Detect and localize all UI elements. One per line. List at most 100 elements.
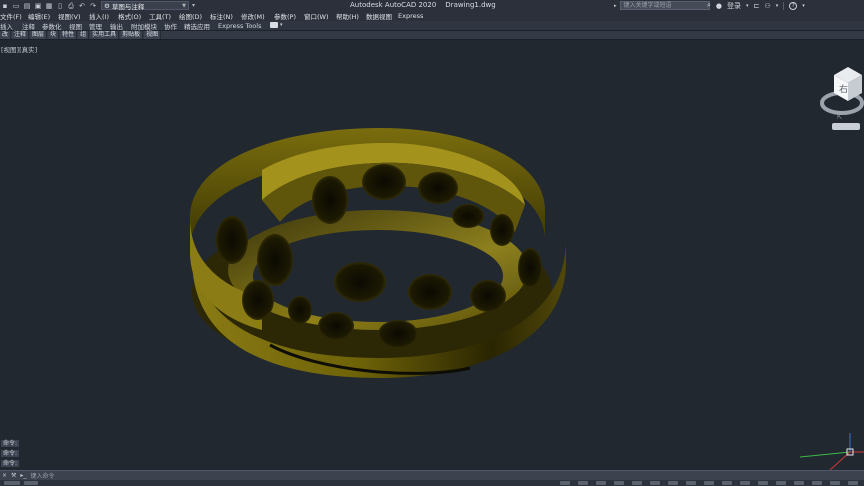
separator [783, 1, 785, 10]
command-input[interactable]: 键入命令 [30, 471, 54, 480]
panel-utilities[interactable]: 实用工具 [90, 31, 120, 39]
menu-express[interactable]: Express [398, 12, 423, 20]
status-toggle[interactable] [596, 481, 606, 485]
status-toggle[interactable] [650, 481, 660, 485]
3d-ring-model[interactable] [0, 41, 864, 470]
help-button[interactable]: ? [789, 1, 798, 10]
status-toggle[interactable] [560, 481, 570, 485]
menu-data-view[interactable]: 数据视图 [366, 11, 392, 21]
layout-tab[interactable] [24, 481, 38, 485]
status-toggle[interactable] [740, 481, 750, 485]
search-input[interactable]: 键入关键字或短语 [619, 1, 710, 10]
gear-icon: ⚙ [104, 1, 110, 10]
status-toggle[interactable] [758, 481, 768, 485]
binoculars-icon[interactable]: ⌕ [707, 1, 711, 10]
panel-modify[interactable]: 改 [0, 31, 12, 39]
customize-status-icon[interactable] [848, 481, 858, 485]
panel-groups[interactable]: 组 [78, 31, 90, 39]
status-toggle[interactable] [686, 481, 696, 485]
tab-featured-apps[interactable]: 精选应用 [184, 21, 210, 31]
chevron-down-icon[interactable]: ▾ [802, 3, 805, 9]
menu-dimension[interactable]: 标注(N) [210, 11, 233, 21]
panel-block[interactable]: 块 [48, 31, 60, 39]
web-mobile-icon[interactable]: ▯ [56, 2, 64, 10]
quick-access-toolbar: ▪ ▭ ▤ ▣ ▦ ▯ ⎙ ↶ ↷ [0, 2, 97, 10]
menu-draw[interactable]: 绘图(D) [179, 11, 202, 21]
title-right-tools: ⌕ ● 登录 ▾ ⊏ ⚇ ▾ ? ▾ [707, 0, 805, 11]
panel-properties[interactable]: 特性 [60, 31, 78, 39]
new-icon[interactable]: ▭ [12, 2, 20, 10]
menu-view[interactable]: 视图(V) [58, 11, 81, 21]
drawing-viewport[interactable]: [视图][真实] 右 ⇱ 命令: 命令: 命令: [0, 41, 864, 470]
menu-file[interactable]: 文件(F) [0, 11, 22, 21]
panel-layers[interactable]: 图层 [30, 31, 48, 39]
user-icon[interactable]: ● [716, 2, 722, 10]
tab-view[interactable]: 视图 [69, 21, 82, 31]
panel-view[interactable]: 视图 [144, 31, 162, 39]
save-as-icon[interactable]: ▦ [45, 2, 53, 10]
panel-annotation[interactable]: 注释 [12, 31, 30, 39]
tab-parametric[interactable]: 参数化 [42, 21, 62, 31]
status-toggle[interactable] [632, 481, 642, 485]
menu-tools[interactable]: 工具(T) [149, 11, 171, 21]
menu-modify[interactable]: 修改(M) [241, 11, 265, 21]
undo-icon[interactable]: ↶ [78, 2, 86, 10]
tab-insert[interactable]: 插入 [0, 21, 13, 31]
menu-help[interactable]: 帮助(H) [336, 11, 359, 21]
ribbon-panel-bar: 改 注释 图层 块 特性 组 实用工具 剪贴板 视图 [0, 31, 864, 40]
save-icon[interactable]: ▣ [34, 2, 42, 10]
tab-collaborate[interactable]: 协作 [164, 21, 177, 31]
chevron-down-icon[interactable]: ▾ [280, 22, 283, 28]
command-line: × ⚒ ▸_ 键入命令 [0, 470, 864, 480]
title-bar: ▪ ▭ ▤ ▣ ▦ ▯ ⎙ ↶ ↷ ⚙ 草图与注释 ▼ ▾ Autodesk A… [0, 0, 864, 11]
app-name: Autodesk AutoCAD 2020 [350, 1, 437, 9]
status-toggle[interactable] [830, 481, 840, 485]
wcs-menu-button[interactable] [832, 123, 860, 130]
redo-icon[interactable]: ↷ [89, 2, 97, 10]
tab-annotate[interactable]: 注释 [22, 21, 35, 31]
menu-parametric[interactable]: 参数(P) [274, 11, 296, 21]
command-prompt-icon: ▸_ [20, 472, 27, 479]
command-history-line: 命令: [1, 450, 20, 457]
cart-icon[interactable]: ⊏ [754, 2, 760, 10]
tab-addins[interactable]: 附加模块 [131, 21, 157, 31]
arrow-right-icon[interactable]: ▸ [614, 3, 617, 9]
status-toggle[interactable] [614, 481, 624, 485]
status-toggle[interactable] [722, 481, 732, 485]
menu-insert[interactable]: 插入(I) [89, 11, 109, 21]
workspace-selector[interactable]: ⚙ 草图与注释 ▼ [101, 1, 189, 11]
close-icon[interactable]: × [2, 472, 7, 479]
sign-in-button[interactable]: 登录 [727, 1, 741, 11]
search-area: ▸ 键入关键字或短语 [614, 1, 710, 10]
status-toggle[interactable] [704, 481, 714, 485]
menu-edit[interactable]: 编辑(E) [28, 11, 50, 21]
app-menu-icon[interactable]: ▪ [1, 2, 9, 10]
customize-toolbar-icon[interactable]: ▾ [192, 2, 195, 9]
menu-window[interactable]: 窗口(W) [304, 11, 329, 21]
viewcube-home-icon[interactable]: ⇱ [837, 114, 842, 121]
tab-output[interactable]: 输出 [110, 21, 123, 31]
print-icon[interactable]: ⎙ [67, 2, 75, 10]
status-toggle[interactable] [794, 481, 804, 485]
wrench-icon[interactable]: ⚒ [11, 472, 16, 479]
chevron-down-icon[interactable]: ▾ [776, 3, 779, 9]
status-toggle[interactable] [776, 481, 786, 485]
status-toggle[interactable] [668, 481, 678, 485]
status-toggle[interactable] [812, 481, 822, 485]
tab-express-tools[interactable]: Express Tools [218, 22, 261, 30]
file-name: Drawing1.dwg [445, 1, 496, 9]
window-title: Autodesk AutoCAD 2020 Drawing1.dwg [350, 1, 496, 9]
status-toggle[interactable] [578, 481, 588, 485]
ucs-icon [800, 433, 864, 470]
ribbon-toggle-icon[interactable] [270, 22, 278, 28]
command-history-line: 命令: [1, 460, 20, 467]
share-icon[interactable]: ⚇ [764, 2, 770, 10]
model-tab[interactable] [4, 481, 20, 485]
panel-clipboard[interactable]: 剪贴板 [120, 31, 144, 39]
workspace-label: 草图与注释 [111, 2, 145, 11]
menu-format[interactable]: 格式(O) [118, 11, 141, 21]
tab-manage[interactable]: 管理 [89, 21, 102, 31]
chevron-down-icon[interactable]: ▾ [746, 3, 749, 9]
open-icon[interactable]: ▤ [23, 2, 31, 10]
status-bar [0, 480, 864, 486]
